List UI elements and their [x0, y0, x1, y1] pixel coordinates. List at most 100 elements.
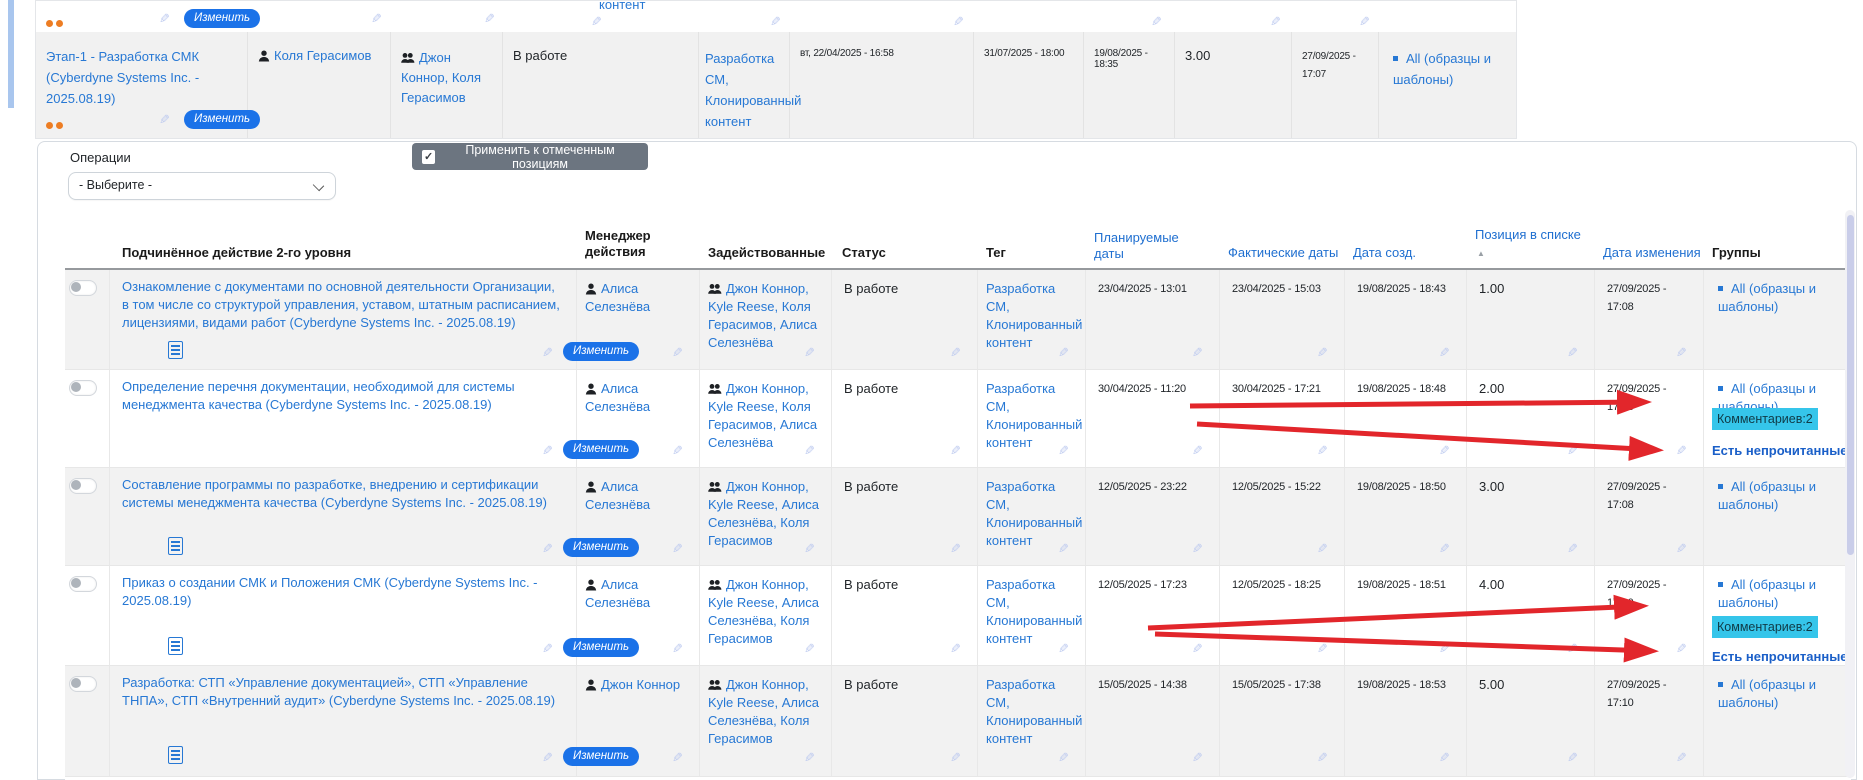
- row-toggle[interactable]: [69, 676, 97, 692]
- edit-pencil-icon[interactable]: ✎: [1058, 642, 1069, 655]
- tag-link[interactable]: Разработка СМ, Клонированный контент: [986, 281, 1082, 350]
- edit-pencil-icon[interactable]: ✎: [542, 444, 553, 457]
- document-icon[interactable]: [168, 341, 183, 359]
- action-title-link[interactable]: Ознакомление с документами по основной д…: [122, 278, 562, 332]
- edit-pencil-icon[interactable]: ✎: [770, 15, 781, 28]
- edit-pencil-icon[interactable]: ✎: [542, 751, 553, 764]
- action-title-link[interactable]: Приказ о создании СМК и Положения СМК (C…: [122, 574, 562, 610]
- header-position-sort[interactable]: Позиция в списке: [1475, 227, 1581, 242]
- edit-pencil-icon[interactable]: ✎: [1439, 444, 1450, 457]
- edit-pencil-icon[interactable]: ✎: [1317, 346, 1328, 359]
- row-toggle[interactable]: [69, 576, 97, 592]
- edit-pencil-icon[interactable]: ✎: [1439, 642, 1450, 655]
- edit-pencil-icon[interactable]: ✎: [950, 542, 961, 555]
- edit-pencil-icon[interactable]: ✎: [1359, 15, 1370, 28]
- edit-pencil-icon[interactable]: ✎: [1676, 542, 1687, 555]
- involved-link[interactable]: Джон Коннор, Kyle Reese, Алиса Селезнёва…: [708, 677, 819, 746]
- row-toggle[interactable]: [69, 478, 97, 494]
- edit-button[interactable]: Изменить: [184, 9, 260, 28]
- operations-select[interactable]: - Выберите -: [68, 172, 336, 200]
- tag-link[interactable]: Разработка СМ, Клонированный контент: [705, 51, 801, 129]
- edit-pencil-icon[interactable]: ✎: [1317, 542, 1328, 555]
- edit-pencil-icon[interactable]: ✎: [1317, 642, 1328, 655]
- tag-link[interactable]: Разработка СМ, Клонированный контент: [986, 381, 1082, 450]
- edit-pencil-icon[interactable]: ✎: [371, 12, 382, 25]
- edit-pencil-icon[interactable]: ✎: [953, 15, 964, 28]
- edit-pencil-icon[interactable]: ✎: [1317, 444, 1328, 457]
- edit-pencil-icon[interactable]: ✎: [1192, 642, 1203, 655]
- edit-pencil-icon[interactable]: ✎: [542, 346, 553, 359]
- edit-pencil-icon[interactable]: ✎: [672, 751, 683, 764]
- edit-pencil-icon[interactable]: ✎: [542, 642, 553, 655]
- scrollbar-thumb[interactable]: [1847, 215, 1854, 555]
- edit-pencil-icon[interactable]: ✎: [1192, 542, 1203, 555]
- edit-pencil-icon[interactable]: ✎: [1151, 15, 1162, 28]
- edit-pencil-icon[interactable]: ✎: [804, 542, 815, 555]
- edit-pencil-icon[interactable]: ✎: [672, 346, 683, 359]
- row-toggle[interactable]: [69, 280, 97, 296]
- group-link[interactable]: All (образцы и шаблоны): [1718, 479, 1816, 512]
- edit-pencil-icon[interactable]: ✎: [1567, 542, 1578, 555]
- edit-pencil-icon[interactable]: ✎: [159, 12, 170, 25]
- tag-link[interactable]: Разработка СМ, Клонированный контент: [986, 479, 1082, 548]
- edit-pencil-icon[interactable]: ✎: [159, 113, 170, 126]
- tag-link[interactable]: Разработка СМ, Клонированный контент: [986, 677, 1082, 746]
- edit-pencil-icon[interactable]: ✎: [672, 542, 683, 555]
- document-icon[interactable]: [168, 637, 183, 655]
- edit-pencil-icon[interactable]: ✎: [672, 642, 683, 655]
- group-link[interactable]: All (образцы и шаблоны): [1718, 677, 1816, 710]
- edit-pencil-icon[interactable]: ✎: [672, 444, 683, 457]
- edit-pencil-icon[interactable]: ✎: [1058, 751, 1069, 764]
- edit-pencil-icon[interactable]: ✎: [1058, 346, 1069, 359]
- group-link[interactable]: All (образцы и шаблоны): [1718, 577, 1816, 610]
- edit-pencil-icon[interactable]: ✎: [1676, 444, 1687, 457]
- action-title-link[interactable]: Составление программы по разработке, вне…: [122, 476, 562, 512]
- involved-link[interactable]: Джон Коннор, Kyle Reese, Алиса Селезнёва…: [708, 577, 819, 646]
- apply-to-marked-button[interactable]: ✓ Применить к отмеченным позициям: [412, 143, 648, 170]
- edit-pencil-icon[interactable]: ✎: [804, 444, 815, 457]
- vertical-scrollbar[interactable]: [1845, 210, 1855, 778]
- edit-pencil-icon[interactable]: ✎: [1192, 751, 1203, 764]
- action-title-link[interactable]: Определение перечня документации, необхо…: [122, 378, 562, 414]
- edit-pencil-icon[interactable]: ✎: [591, 15, 602, 28]
- edit-pencil-icon[interactable]: ✎: [950, 346, 961, 359]
- edit-pencil-icon[interactable]: ✎: [1567, 346, 1578, 359]
- manager-link[interactable]: Джон Коннор: [601, 677, 680, 692]
- edit-pencil-icon[interactable]: ✎: [804, 642, 815, 655]
- edit-pencil-icon[interactable]: ✎: [1270, 15, 1281, 28]
- edit-pencil-icon[interactable]: ✎: [1676, 346, 1687, 359]
- document-icon[interactable]: [168, 746, 183, 764]
- tag-link-clipped[interactable]: контент: [599, 0, 645, 12]
- row-toggle[interactable]: [69, 380, 97, 396]
- edit-pencil-icon[interactable]: ✎: [1058, 542, 1069, 555]
- group-link[interactable]: All (образцы и шаблоны): [1393, 51, 1491, 87]
- edit-pencil-icon[interactable]: ✎: [950, 444, 961, 457]
- group-link[interactable]: All (образцы и шаблоны): [1718, 281, 1816, 314]
- edit-pencil-icon[interactable]: ✎: [1439, 542, 1450, 555]
- involved-link[interactable]: Джон Коннор, Kyle Reese, Алиса Селезнёва…: [708, 479, 819, 548]
- document-icon[interactable]: [168, 537, 183, 555]
- edit-pencil-icon[interactable]: ✎: [1192, 444, 1203, 457]
- edit-pencil-icon[interactable]: ✎: [1439, 346, 1450, 359]
- edit-pencil-icon[interactable]: ✎: [1567, 444, 1578, 457]
- header-created-sort[interactable]: Дата созд.: [1353, 245, 1416, 260]
- edit-pencil-icon[interactable]: ✎: [1317, 751, 1328, 764]
- edit-pencil-icon[interactable]: ✎: [1567, 751, 1578, 764]
- edit-pencil-icon[interactable]: ✎: [1676, 642, 1687, 655]
- header-planned-sort[interactable]: Планируемые даты: [1094, 230, 1194, 262]
- edit-pencil-icon[interactable]: ✎: [1676, 751, 1687, 764]
- edit-pencil-icon[interactable]: ✎: [950, 751, 961, 764]
- edit-pencil-icon[interactable]: ✎: [1567, 642, 1578, 655]
- edit-pencil-icon[interactable]: ✎: [484, 12, 495, 25]
- edit-pencil-icon[interactable]: ✎: [1192, 346, 1203, 359]
- edit-pencil-icon[interactable]: ✎: [804, 346, 815, 359]
- involved-link[interactable]: Джон Коннор, Kyle Reese, Коля Герасимов,…: [708, 281, 817, 350]
- edit-pencil-icon[interactable]: ✎: [542, 542, 553, 555]
- edit-pencil-icon[interactable]: ✎: [804, 751, 815, 764]
- header-actual-sort[interactable]: Фактические даты: [1228, 245, 1338, 260]
- edit-pencil-icon[interactable]: ✎: [1439, 751, 1450, 764]
- action-title-link[interactable]: Разработка: СТП «Управление документацие…: [122, 674, 562, 710]
- edit-pencil-icon[interactable]: ✎: [950, 642, 961, 655]
- tag-link[interactable]: Разработка СМ, Клонированный контент: [986, 577, 1082, 646]
- manager-link[interactable]: Коля Герасимов: [274, 48, 371, 63]
